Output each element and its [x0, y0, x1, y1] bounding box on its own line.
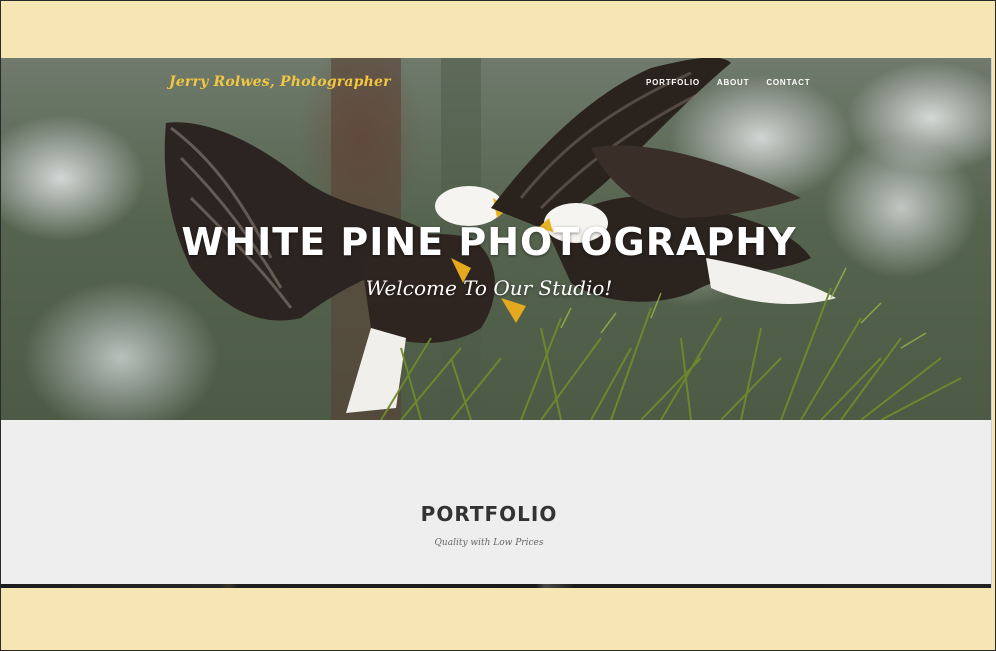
- hero-title: WHITE PINE PHOTOGRAPHY: [181, 220, 797, 264]
- nav-link-contact[interactable]: CONTACT: [766, 78, 810, 87]
- nav-link-portfolio[interactable]: PORTFOLIO: [646, 78, 700, 87]
- portfolio-subheading: Quality with Low Prices: [434, 538, 544, 548]
- portfolio-heading: PORTFOLIO: [420, 502, 558, 526]
- main-nav: PORTFOLIO ABOUT CONTACT: [646, 78, 810, 87]
- hero-subtitle: Welcome To Our Studio!: [365, 276, 613, 300]
- hero-banner: Jerry Rolwes, Photographer PORTFOLIO ABO…: [1, 58, 991, 420]
- nav-link-about[interactable]: ABOUT: [717, 78, 749, 87]
- web-page: Jerry Rolwes, Photographer PORTFOLIO ABO…: [1, 58, 992, 588]
- portfolio-gallery-edge: [1, 584, 991, 588]
- site-logo[interactable]: Jerry Rolwes, Photographer: [169, 74, 391, 90]
